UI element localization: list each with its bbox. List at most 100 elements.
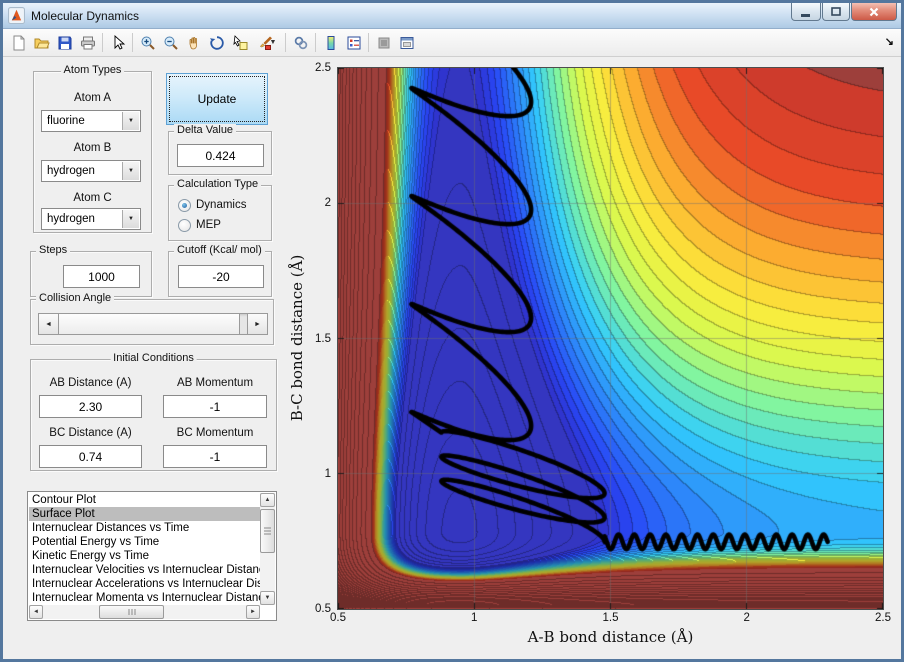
link-plots-button[interactable] <box>289 31 312 54</box>
list-item[interactable]: Internuclear Velocities vs Internuclear … <box>29 563 260 577</box>
list-item[interactable]: Kinetic Energy vs Time <box>29 549 260 563</box>
cutoff-panel: Cutoff (Kcal/ mol) -20 <box>168 244 272 297</box>
scroll-down-arrow[interactable]: ▼ <box>260 591 275 605</box>
matlab-icon <box>8 7 25 24</box>
insert-colorbar-button[interactable] <box>319 31 342 54</box>
y-tick-label: 2 <box>324 197 331 210</box>
app-window: Molecular Dynamics ▼ ↘ Atom Types Atom A… <box>0 0 904 662</box>
new-figure-button[interactable] <box>7 31 30 54</box>
update-button[interactable]: Update <box>166 73 268 125</box>
link-icon <box>294 36 307 49</box>
bc-momentum-field[interactable]: -1 <box>163 445 267 468</box>
print-figure-button[interactable] <box>76 31 99 54</box>
cutoff-field[interactable]: -20 <box>178 265 264 288</box>
atom-c-dropdown[interactable]: hydrogen ▼ <box>41 208 141 230</box>
plot-type-items: Contour Plot Surface Plot Internuclear Dis… <box>29 493 260 605</box>
figure-toolbar: ▼ ↘ <box>3 29 901 57</box>
list-item[interactable]: Contour Plot <box>29 493 260 507</box>
brush-dropdown-arrow[interactable]: ▼ <box>270 39 278 46</box>
show-plot-tools-button[interactable] <box>395 31 418 54</box>
slider-left-arrow[interactable]: ◄ <box>39 314 59 334</box>
x-tick-label: 2.5 <box>875 612 891 624</box>
steps-field[interactable]: 1000 <box>63 265 140 288</box>
scroll-left-arrow[interactable]: ◄ <box>29 605 43 619</box>
open-file-button[interactable] <box>30 31 53 54</box>
minimize-button[interactable] <box>791 3 821 21</box>
plot-tools-on-icon <box>400 36 413 49</box>
vertical-scroll-thumb[interactable] <box>260 509 275 553</box>
hide-plot-tools-button[interactable] <box>372 31 395 54</box>
chevron-down-icon[interactable]: ▼ <box>122 210 139 228</box>
radio-icon <box>178 218 191 232</box>
data-cursor-icon <box>232 34 247 50</box>
rotate-3d-button[interactable] <box>205 31 228 54</box>
steps-label: Steps <box>36 244 71 256</box>
thumb-grip <box>128 609 135 615</box>
zoom-out-icon <box>164 36 178 50</box>
ab-distance-label: AB Distance (A) <box>49 377 132 389</box>
atom-types-label: Atom Types <box>60 64 125 76</box>
figure-content: Atom Types Atom A fluorine ▼ Atom B hydr… <box>3 57 901 659</box>
list-item[interactable]: Internuclear Distances vs Time <box>29 521 260 535</box>
ab-distance-field[interactable]: 2.30 <box>39 395 142 418</box>
close-icon <box>869 7 879 16</box>
horizontal-scrollbar[interactable]: ◄ ► <box>29 605 260 619</box>
calculation-type-label: Calculation Type <box>174 178 262 190</box>
x-axis-title: A-B bond distance (Å) <box>527 628 694 646</box>
chevron-down-icon[interactable]: ▼ <box>122 162 139 180</box>
ab-momentum-field[interactable]: -1 <box>163 395 267 418</box>
close-button[interactable] <box>851 3 897 21</box>
scroll-right-arrow[interactable]: ► <box>246 605 260 619</box>
maximize-button[interactable] <box>822 3 850 21</box>
list-item[interactable]: Potential Energy vs Time <box>29 535 260 549</box>
slider-thumb[interactable] <box>59 314 240 334</box>
bc-distance-field[interactable]: 0.74 <box>39 445 142 468</box>
chevron-down-icon[interactable]: ▼ <box>122 112 139 130</box>
plot-type-listbox[interactable]: Contour Plot Surface Plot Internuclear Dis… <box>27 491 277 621</box>
printer-icon <box>80 36 95 49</box>
radio-icon <box>178 198 191 212</box>
y-axis-title: B-C bond distance (Å) <box>288 254 306 422</box>
list-item[interactable]: Surface Plot <box>29 507 260 521</box>
legend-icon <box>347 36 360 49</box>
collision-angle-label: Collision Angle <box>36 292 115 304</box>
toolbar-separator <box>102 33 103 52</box>
edit-plot-button[interactable] <box>106 31 129 54</box>
radio-mep[interactable]: MEP <box>178 217 221 233</box>
zoom-out-button[interactable] <box>159 31 182 54</box>
atom-b-dropdown[interactable]: hydrogen ▼ <box>41 160 141 182</box>
pan-button[interactable] <box>182 31 205 54</box>
delta-value-label: Delta Value <box>174 124 237 136</box>
collision-angle-slider[interactable]: ◄ ► <box>38 313 268 335</box>
titlebar[interactable]: Molecular Dynamics <box>3 3 901 29</box>
open-folder-icon <box>34 38 50 48</box>
steps-panel: Steps 1000 <box>30 244 152 297</box>
delta-value-field[interactable]: 0.424 <box>177 144 264 167</box>
data-cursor-button[interactable] <box>228 31 251 54</box>
slider-right-arrow[interactable]: ► <box>247 314 267 334</box>
bc-distance-label: BC Distance (A) <box>49 427 132 439</box>
x-tick-label: 1 <box>471 612 478 624</box>
cutoff-label: Cutoff (Kcal/ mol) <box>174 244 265 256</box>
toolbar-overflow-arrow[interactable]: ↘ <box>885 35 894 48</box>
list-item[interactable]: Internuclear Momenta vs Internuclear Dis… <box>29 591 260 605</box>
y-tick-label: 1 <box>324 467 331 480</box>
save-figure-button[interactable] <box>53 31 76 54</box>
toolbar-separator <box>368 33 369 52</box>
toolbar-separator <box>285 33 286 52</box>
radio-dynamics[interactable]: Dynamics <box>178 197 246 213</box>
insert-legend-button[interactable] <box>342 31 365 54</box>
toolbar-separator <box>315 33 316 52</box>
y-tick-label: 2.5 <box>315 62 331 74</box>
pointer-icon <box>114 34 125 50</box>
horizontal-scroll-thumb[interactable] <box>99 605 164 619</box>
scroll-up-arrow[interactable]: ▲ <box>260 493 275 507</box>
list-item[interactable]: Internuclear Accelerations vs Internucle… <box>29 577 260 591</box>
atom-a-dropdown[interactable]: fluorine ▼ <box>41 110 141 132</box>
pes-canvas[interactable] <box>338 68 883 609</box>
brush-data-button[interactable]: ▼ <box>251 31 282 54</box>
bc-momentum-label: BC Momentum <box>176 427 254 439</box>
vertical-scrollbar[interactable]: ▲ ▼ <box>260 493 275 605</box>
colorbar-icon <box>327 35 334 50</box>
zoom-in-button[interactable] <box>136 31 159 54</box>
